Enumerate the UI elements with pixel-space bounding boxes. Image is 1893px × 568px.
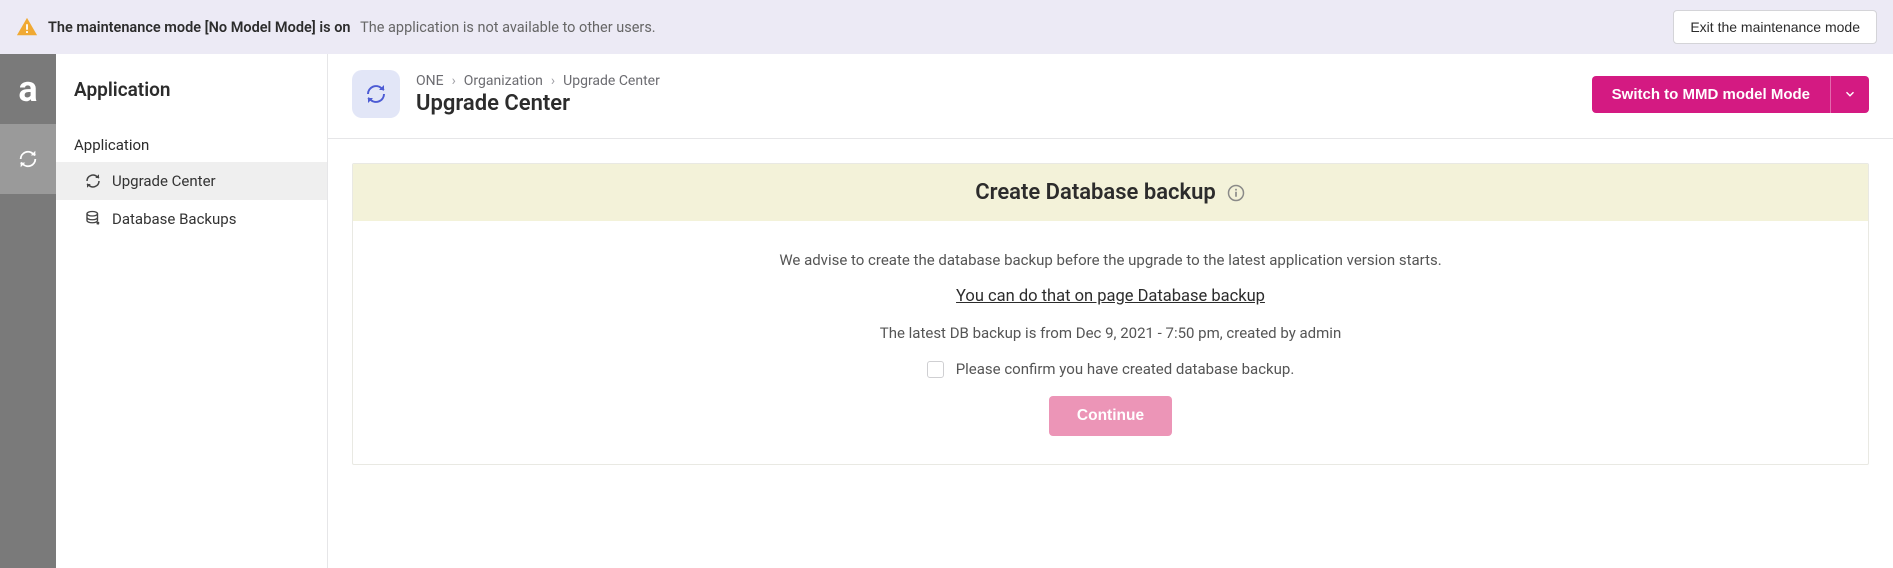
- icon-rail: a: [0, 54, 56, 568]
- breadcrumb-item[interactable]: ONE: [416, 73, 444, 89]
- sidebar-item-label: Database Backups: [112, 210, 236, 228]
- sidebar-item-database-backups[interactable]: Database Backups: [56, 200, 327, 238]
- card-body: We advise to create the database backup …: [353, 221, 1868, 464]
- switch-mode-button[interactable]: Switch to MMD model Mode: [1592, 76, 1830, 113]
- confirm-label[interactable]: Please confirm you have created database…: [956, 360, 1295, 378]
- breadcrumb-item[interactable]: Organization: [464, 73, 543, 89]
- sidebar-item-label: Upgrade Center: [112, 172, 216, 190]
- latest-backup-text: The latest DB backup is from Dec 9, 2021…: [377, 324, 1844, 342]
- switch-mode-dropdown[interactable]: [1830, 76, 1869, 113]
- page-header: ONE › Organization › Upgrade Center Upgr…: [328, 54, 1893, 139]
- info-icon[interactable]: [1226, 183, 1246, 203]
- confirm-checkbox[interactable]: [927, 361, 944, 378]
- chevron-down-icon: [1843, 87, 1857, 101]
- maintenance-subtitle: The application is not available to othe…: [360, 19, 656, 36]
- refresh-icon: [364, 82, 388, 106]
- maintenance-banner: The maintenance mode [No Model Mode] is …: [0, 0, 1893, 54]
- sidebar: Application Application Upgrade Center D…: [56, 54, 328, 568]
- maintenance-text: The maintenance mode [No Model Mode] is …: [48, 19, 1663, 36]
- backup-card: Create Database backup We advise to crea…: [352, 163, 1869, 465]
- refresh-icon: [17, 148, 39, 170]
- card-header: Create Database backup: [353, 164, 1868, 221]
- chevron-right-icon: ›: [452, 73, 456, 89]
- confirm-row: Please confirm you have created database…: [377, 360, 1844, 378]
- card-title: Create Database backup: [975, 180, 1216, 205]
- breadcrumb: ONE › Organization › Upgrade Center: [416, 73, 1576, 89]
- database-backup-link[interactable]: You can do that on page Database backup: [956, 287, 1265, 306]
- main-area: ONE › Organization › Upgrade Center Upgr…: [328, 54, 1893, 568]
- sidebar-item-upgrade-center[interactable]: Upgrade Center: [56, 162, 327, 200]
- chevron-right-icon: ›: [551, 73, 555, 89]
- content-area: Create Database backup We advise to crea…: [328, 139, 1893, 489]
- mode-switch-group: Switch to MMD model Mode: [1592, 76, 1869, 113]
- sidebar-title: Application: [56, 54, 327, 126]
- maintenance-title: The maintenance mode [No Model Mode] is …: [48, 19, 351, 36]
- sidebar-section-label: Application: [56, 126, 327, 162]
- exit-maintenance-button[interactable]: Exit the maintenance mode: [1673, 10, 1877, 44]
- database-icon: [84, 210, 102, 228]
- breadcrumb-item-current: Upgrade Center: [563, 73, 660, 89]
- app-logo[interactable]: a: [0, 54, 56, 124]
- warning-icon: [16, 16, 38, 38]
- page-title: Upgrade Center: [416, 91, 1576, 116]
- rail-item-update[interactable]: [0, 124, 56, 194]
- refresh-icon: [84, 172, 102, 190]
- page-icon-refresh: [352, 70, 400, 118]
- continue-button[interactable]: Continue: [1049, 396, 1172, 436]
- advice-text: We advise to create the database backup …: [377, 251, 1844, 269]
